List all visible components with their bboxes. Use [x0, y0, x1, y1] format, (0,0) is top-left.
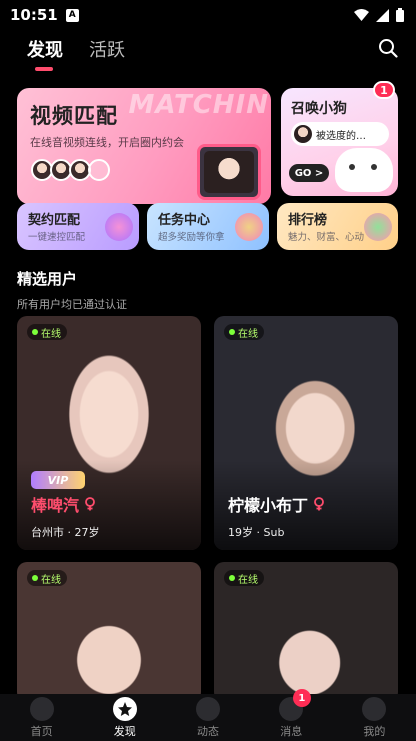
moments-icon [196, 697, 220, 721]
user-name-row: 柠檬小布丁 [228, 492, 326, 516]
summon-dog-bubble-text: 被选度的… [316, 130, 366, 142]
online-status-badge: 在线 [27, 570, 67, 586]
trophy-icon [364, 213, 392, 241]
messages-badge: 1 [292, 689, 311, 707]
signal-icon [376, 8, 389, 22]
contract-match-subtitle: 一键速控匹配 [28, 232, 86, 243]
contract-match-button[interactable]: 契约匹配 一键速控匹配 [17, 203, 139, 250]
bottom-nav: 首页 发现 动态 1 消息 我的 [0, 689, 416, 741]
video-match-banner[interactable]: MATCHIN 视频匹配 在线音视频连线，开启圈内约会 [17, 88, 271, 204]
nav-profile[interactable]: 我的 [333, 694, 416, 741]
tab-active-indicator [35, 67, 53, 71]
user-card[interactable]: 在线 VIP 棒啤汽 台州市 · 27岁 [17, 316, 201, 550]
task-center-subtitle: 超多奖励等你拿 [158, 232, 225, 243]
nav-moments-label: 动态 [197, 725, 219, 738]
video-match-subtitle: 在线音视频连线，开启圈内约会 [30, 136, 184, 149]
profile-icon [362, 697, 387, 721]
tab-discover[interactable]: 发现 [27, 36, 63, 71]
dog-mascot-icon [335, 148, 393, 192]
vip-badge: VIP [31, 471, 85, 489]
online-status-badge: 在线 [224, 324, 264, 340]
star-icon [112, 697, 137, 721]
user-card[interactable]: 在线 [17, 562, 201, 702]
contract-match-title: 契约匹配 [28, 213, 81, 228]
status-indicators [354, 8, 404, 22]
gift-icon [235, 213, 263, 241]
section-title: 精选用户 [17, 270, 78, 288]
tab-active[interactable]: 活跃 [89, 36, 125, 62]
status-bar: 10:51 A [0, 0, 416, 30]
top-tabs: 发现 活跃 [27, 36, 125, 71]
task-center-title: 任务中心 [158, 213, 211, 228]
nav-home-label: 首页 [30, 725, 53, 738]
nav-profile-label: 我的 [363, 725, 386, 738]
tv-illustration [197, 144, 261, 200]
home-icon [29, 697, 54, 721]
user-meta: 19岁 · Sub [228, 526, 285, 539]
nav-messages-label: 消息 [280, 725, 303, 738]
search-icon[interactable] [378, 38, 398, 58]
online-avatars [31, 159, 110, 181]
avatar [294, 125, 312, 143]
summon-dog-banner[interactable]: 召唤小狗 被选度的… GO > [281, 88, 398, 196]
battery-icon [396, 8, 404, 22]
female-icon [314, 497, 324, 511]
user-name-row: 棒啤汽 [31, 492, 97, 516]
ranking-button[interactable]: 排行榜 魅力、财富、心动 [277, 203, 398, 250]
tv-screen-photo [204, 151, 254, 193]
task-center-button[interactable]: 任务中心 超多奖励等你拿 [147, 203, 269, 250]
online-status-badge: 在线 [224, 570, 264, 586]
user-card[interactable]: 在线 柠檬小布丁 19岁 · Sub [214, 316, 398, 550]
contract-match-icon [105, 213, 133, 241]
nav-home[interactable]: 首页 [0, 694, 83, 741]
banner-watermark: MATCHIN [128, 90, 269, 120]
user-card[interactable]: 在线 [214, 562, 398, 702]
ranking-subtitle: 魅力、财富、心动 [288, 232, 365, 243]
nav-messages[interactable]: 1 消息 [250, 689, 333, 741]
nav-discover[interactable]: 发现 [83, 694, 166, 741]
avatar-placeholder [88, 159, 110, 181]
summon-dog-title: 召唤小狗 [291, 101, 347, 117]
female-icon [85, 497, 95, 511]
video-match-title: 视频匹配 [30, 104, 118, 128]
nav-discover-label: 发现 [113, 725, 136, 738]
tab-discover-label: 发现 [27, 40, 63, 61]
nav-moments[interactable]: 动态 [166, 694, 249, 741]
summon-dog-bubble: 被选度的… [291, 122, 389, 146]
status-time: 10:51 [10, 6, 58, 24]
app-notification-icon: A [65, 8, 79, 22]
user-meta: 台州市 · 27岁 [31, 526, 100, 539]
go-button[interactable]: GO > [289, 164, 329, 182]
user-name: 棒啤汽 [31, 496, 80, 515]
user-name: 柠檬小布丁 [228, 496, 309, 515]
wifi-icon [354, 9, 369, 21]
tab-active-label: 活跃 [89, 40, 125, 61]
section-subtitle: 所有用户均已通过认证 [17, 298, 127, 311]
ranking-title: 排行榜 [288, 213, 328, 228]
online-status-badge: 在线 [27, 324, 67, 340]
summon-dog-badge: 1 [373, 81, 395, 99]
